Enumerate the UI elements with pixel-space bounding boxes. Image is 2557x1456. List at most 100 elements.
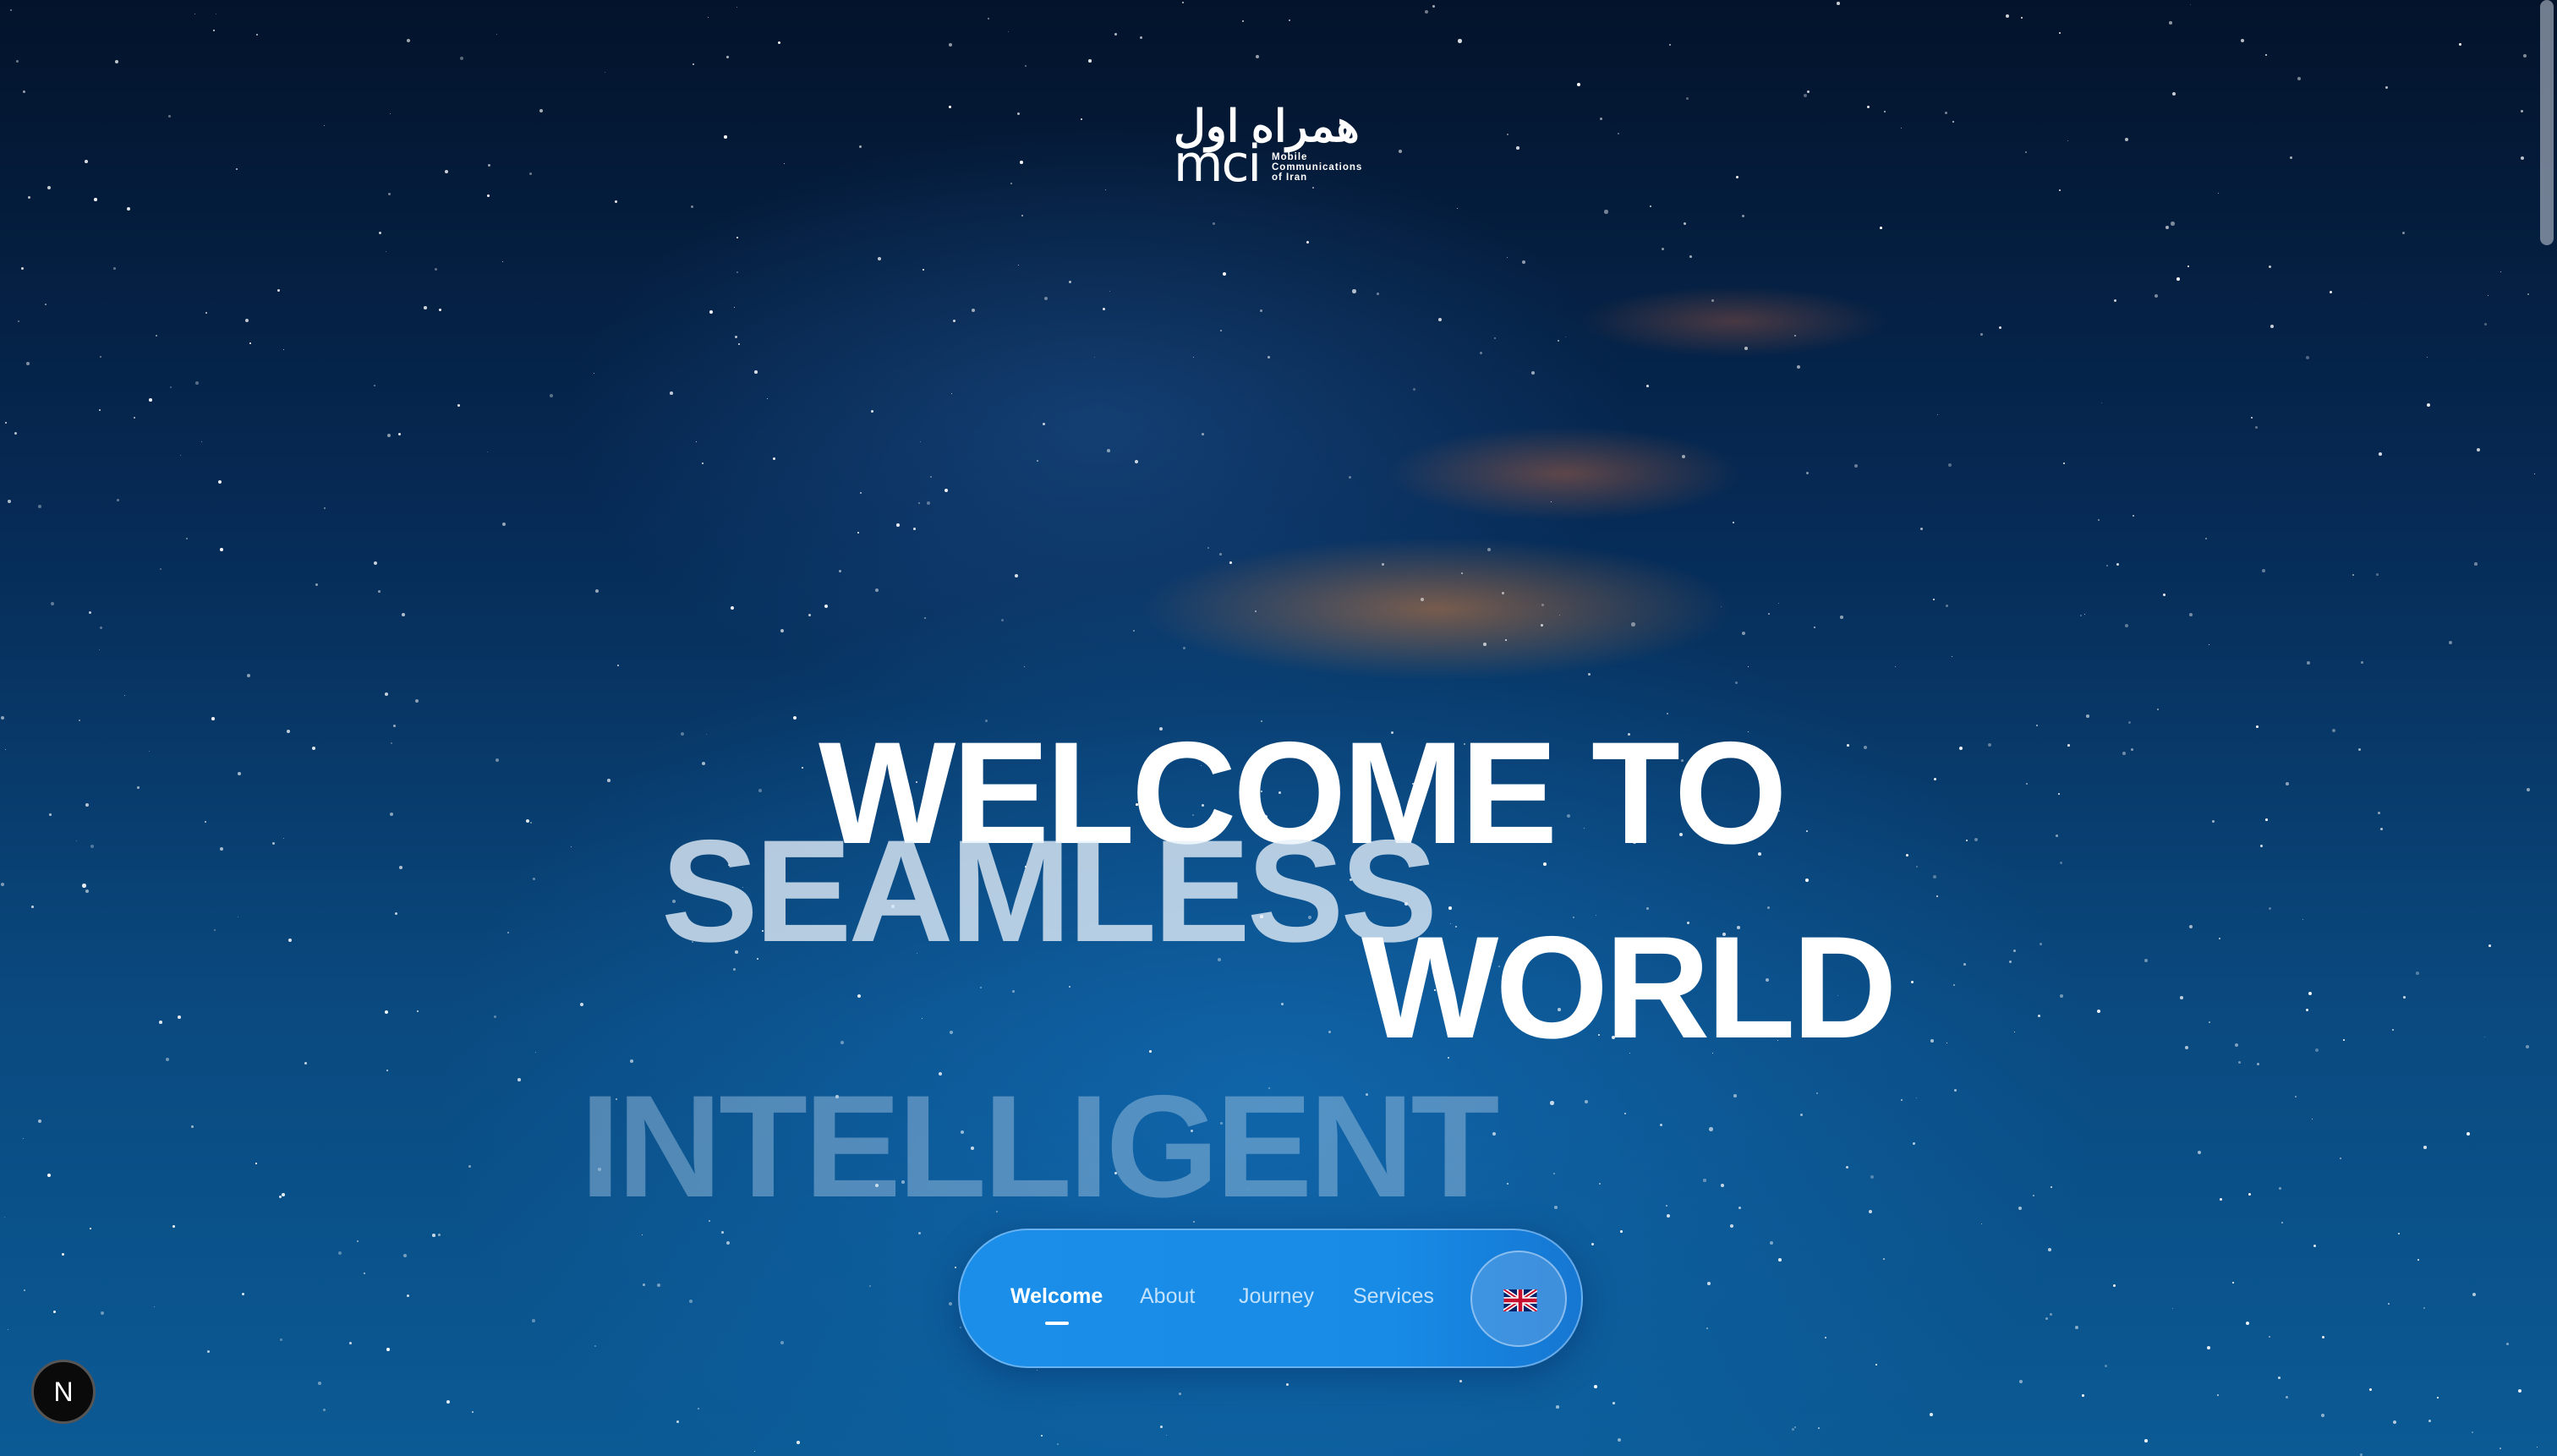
star xyxy=(1837,2,1840,5)
star xyxy=(709,310,713,314)
star xyxy=(349,1342,352,1344)
star xyxy=(2322,1336,2324,1338)
star xyxy=(2128,721,2132,725)
star xyxy=(736,271,738,273)
star xyxy=(79,720,81,722)
star xyxy=(735,336,737,338)
star xyxy=(2402,232,2406,235)
star xyxy=(2403,996,2406,999)
star xyxy=(1959,747,1963,751)
nav-welcome[interactable]: Welcome xyxy=(1010,1284,1103,1309)
star xyxy=(736,7,738,8)
star xyxy=(113,267,116,270)
star xyxy=(472,1411,474,1413)
star xyxy=(2379,452,2382,456)
star xyxy=(156,335,158,337)
star xyxy=(1999,326,2002,330)
star xyxy=(487,194,490,198)
star xyxy=(923,269,925,271)
star xyxy=(1043,423,1046,426)
star xyxy=(2313,1245,2317,1248)
nav-about[interactable]: About xyxy=(1140,1284,1195,1309)
star xyxy=(1686,97,1689,100)
star xyxy=(2521,156,2524,160)
star xyxy=(398,433,401,435)
star xyxy=(1846,1166,1849,1169)
star xyxy=(1794,335,1797,337)
star xyxy=(871,410,873,413)
star xyxy=(277,289,280,292)
nav-services[interactable]: Services xyxy=(1353,1284,1434,1309)
star xyxy=(2189,925,2193,929)
star xyxy=(1854,464,1858,468)
scrollbar-thumb[interactable] xyxy=(2540,0,2554,245)
star xyxy=(2428,1420,2431,1422)
star xyxy=(2176,277,2180,281)
star xyxy=(2241,39,2245,43)
star xyxy=(100,356,101,358)
star xyxy=(676,1420,679,1423)
star xyxy=(395,912,398,916)
star xyxy=(324,507,326,509)
star xyxy=(1646,385,1649,387)
star xyxy=(758,789,762,792)
star xyxy=(1594,1385,1597,1388)
star xyxy=(2063,463,2065,464)
star xyxy=(1109,291,1111,293)
star xyxy=(1875,1364,1878,1366)
star xyxy=(689,1300,693,1303)
star xyxy=(1483,643,1487,646)
logo-sub-line: of Iran xyxy=(1272,172,1308,183)
star xyxy=(2209,1021,2210,1023)
star xyxy=(2190,4,2192,6)
star xyxy=(2169,21,2172,25)
star xyxy=(1895,666,1897,668)
star xyxy=(530,822,532,824)
star xyxy=(2048,1248,2051,1251)
star xyxy=(2235,1043,2239,1048)
star xyxy=(2376,573,2379,576)
star xyxy=(496,758,499,762)
star xyxy=(2281,1222,2283,1223)
star xyxy=(1913,1142,1916,1146)
star xyxy=(2185,1046,2189,1050)
star xyxy=(1966,840,1968,842)
star xyxy=(2521,110,2523,112)
star xyxy=(2180,996,2183,999)
star xyxy=(318,1382,321,1385)
star xyxy=(550,394,553,397)
star xyxy=(1662,248,1665,251)
star xyxy=(378,590,381,593)
star xyxy=(149,398,152,402)
star xyxy=(2527,293,2530,296)
star xyxy=(802,767,803,769)
star xyxy=(1988,743,1992,747)
star xyxy=(972,309,976,313)
star xyxy=(696,441,698,443)
nextjs-dev-badge[interactable]: N xyxy=(31,1360,96,1424)
star xyxy=(1207,547,1209,549)
star xyxy=(1920,528,1923,530)
star xyxy=(338,1251,342,1256)
star xyxy=(137,786,140,789)
star xyxy=(571,846,572,848)
nav-journey[interactable]: Journey xyxy=(1239,1284,1314,1309)
star xyxy=(178,1015,181,1019)
star xyxy=(1744,347,1748,350)
star xyxy=(2189,613,2193,616)
star xyxy=(1814,627,1815,628)
star xyxy=(2343,1039,2345,1041)
star xyxy=(1494,337,1497,340)
star xyxy=(2489,944,2491,947)
star xyxy=(539,109,544,113)
star xyxy=(2246,1322,2250,1326)
star xyxy=(2025,151,2027,153)
star xyxy=(2155,294,2158,298)
star xyxy=(1770,1241,1773,1245)
star xyxy=(1069,986,1070,988)
star xyxy=(913,528,916,530)
star xyxy=(24,1289,26,1292)
star xyxy=(1008,31,1009,32)
language-toggle-button[interactable] xyxy=(1470,1251,1567,1347)
star xyxy=(1421,598,1424,601)
